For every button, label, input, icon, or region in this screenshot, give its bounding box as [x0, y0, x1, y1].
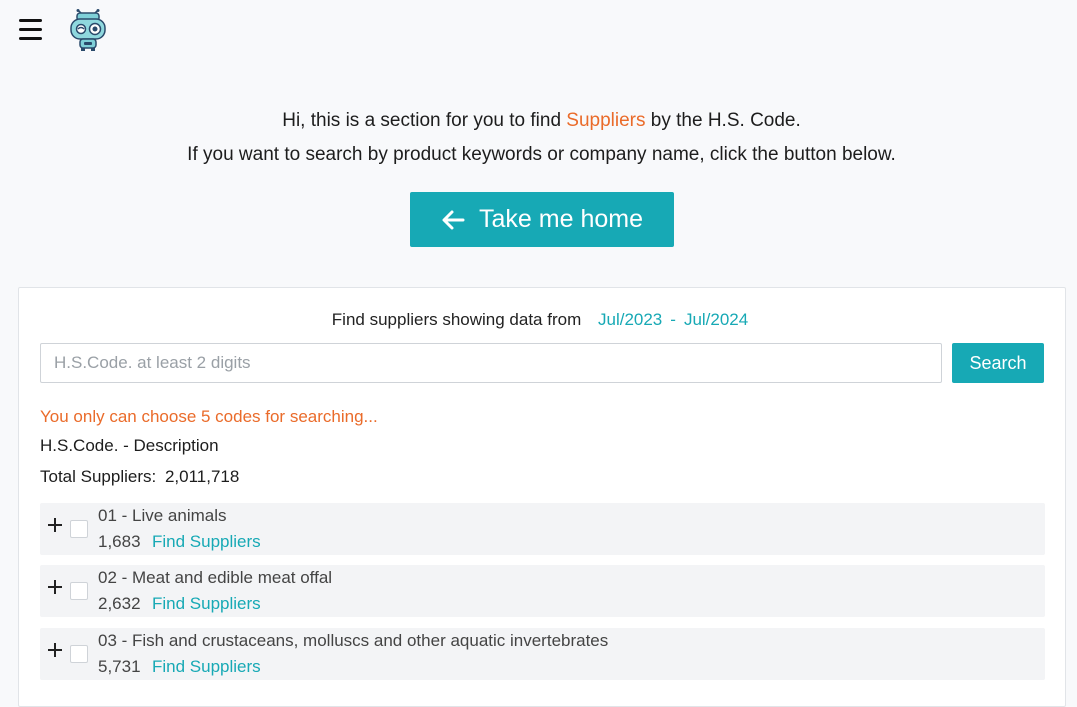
code-limit-notice: You only can choose 5 codes for searchin… [40, 407, 378, 426]
supplier-count: 2,632 [98, 594, 141, 613]
expand-plus-icon[interactable] [48, 518, 62, 532]
total-label: Total Suppliers: [40, 467, 157, 486]
date-separator: - [670, 310, 676, 329]
date-range-line: Find suppliers showing data from Jul/202… [19, 310, 1065, 330]
take-me-home-label: Take me home [479, 205, 643, 233]
total-value: 2,011,718 [164, 467, 240, 486]
supplier-count: 5,731 [98, 657, 141, 676]
robot-mascot-logo[interactable] [68, 9, 108, 51]
select-checkbox[interactable] [70, 582, 88, 600]
expand-plus-icon[interactable] [48, 643, 62, 657]
intro-text: Hi, this is a section for you to find Su… [0, 104, 1077, 172]
select-checkbox[interactable] [70, 520, 88, 538]
search-button[interactable]: Search [952, 343, 1044, 383]
supplier-count: 1,683 [98, 532, 141, 551]
hs-code-title: 01 - Live animals [98, 506, 227, 525]
suppliers-highlight: Suppliers [566, 110, 646, 131]
hamburger-icon[interactable] [19, 19, 42, 40]
intro-line-1: Hi, this is a section for you to find Su… [282, 110, 801, 131]
find-suppliers-link[interactable]: Find Suppliers [152, 532, 261, 552]
hs-code-row: 02 - Meat and edible meat offal 2,632 Fi… [40, 565, 1045, 617]
date-range-selector[interactable]: Jul/2023- Jul/2024 [594, 310, 752, 329]
select-checkbox[interactable] [70, 645, 88, 663]
take-me-home-button[interactable]: Take me home [410, 192, 674, 247]
arrow-left-icon [442, 210, 465, 229]
hs-code-row: 01 - Live animals 1,683 Find Suppliers [40, 503, 1045, 555]
intro-line-2: If you want to search by product keyword… [187, 144, 896, 165]
hs-code-title: 03 - Fish and crustaceans, molluscs and … [98, 631, 609, 650]
date-from[interactable]: Jul/2023 [598, 310, 662, 329]
expand-plus-icon[interactable] [48, 580, 62, 594]
top-bar [0, 0, 1077, 64]
search-card: Find suppliers showing data from Jul/202… [18, 287, 1066, 707]
list-header: H.S.Code. - Description [40, 436, 219, 455]
find-suppliers-link[interactable]: Find Suppliers [152, 594, 261, 614]
hs-code-title: 02 - Meat and edible meat offal [98, 568, 333, 587]
hs-code-row: 03 - Fish and crustaceans, molluscs and … [40, 628, 1045, 680]
date-to[interactable]: Jul/2024 [684, 310, 748, 329]
hs-code-search-input[interactable] [40, 343, 942, 383]
date-range-label: Find suppliers showing data from [331, 310, 582, 329]
find-suppliers-link[interactable]: Find Suppliers [152, 657, 261, 677]
total-suppliers: Total Suppliers: 2,011,718 [40, 467, 239, 487]
